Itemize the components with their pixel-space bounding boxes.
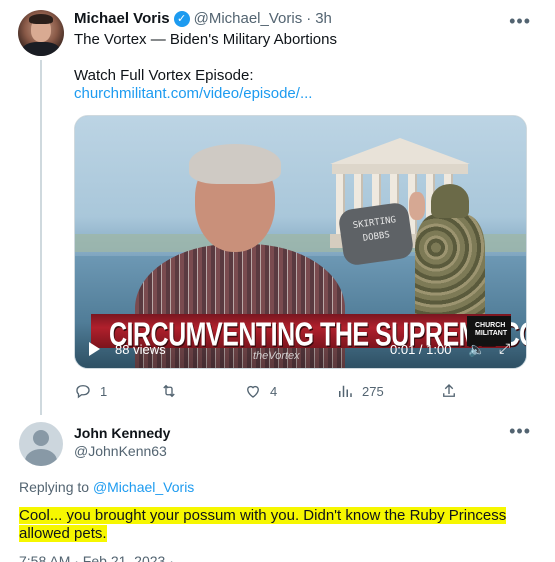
- tweet-text-watch: Watch Full Vortex Episode:: [74, 67, 254, 84]
- default-avatar[interactable]: [19, 422, 63, 466]
- reply-timestamp[interactable]: 7:58 AM · Feb 21, 2023 · ...: [19, 553, 189, 562]
- reply-icon: [76, 385, 90, 399]
- original-tweet[interactable]: Michael Voris ✓ @Michael_Voris · 3h ••• …: [0, 0, 555, 415]
- reply-button[interactable]: 1: [74, 382, 107, 400]
- video-banner-text: CIRCUMVENTING THE SUPREME COURT: [109, 316, 526, 354]
- volume-icon[interactable]: 🔈: [468, 341, 485, 358]
- like-icon: [247, 385, 259, 398]
- more-icon[interactable]: •••: [509, 422, 531, 440]
- reply-tweet[interactable]: John Kennedy @JohnKenn63 ••• Replying to…: [0, 412, 555, 562]
- reply-count: 1: [100, 383, 108, 399]
- author-name[interactable]: Michael Voris: [74, 10, 170, 27]
- video-views: 88 views: [115, 342, 166, 357]
- reply-text-line1: Cool... you brought your possum with you…: [19, 507, 507, 524]
- show-name: theVortex: [253, 350, 300, 362]
- expand-icon[interactable]: ⤢: [499, 340, 510, 357]
- play-icon[interactable]: [89, 342, 100, 356]
- like-count: 4: [270, 383, 278, 399]
- views-count: 275: [362, 383, 384, 399]
- reply-author-handle[interactable]: @JohnKenn63: [74, 443, 167, 459]
- views-icon: [339, 385, 352, 397]
- replying-prefix: Replying to: [19, 479, 90, 495]
- views-button[interactable]: 275: [336, 382, 384, 400]
- dogtag-image: SKIRTING DOBBS: [337, 201, 415, 267]
- share-button[interactable]: [440, 382, 458, 400]
- retweet-icon: [163, 384, 175, 398]
- tweet-text: The Vortex — Biden's Military Abortions: [74, 31, 337, 48]
- episode-link[interactable]: churchmilitant.com/video/episode/...: [74, 85, 312, 102]
- video-time: 0:01 / 1:00: [390, 342, 452, 357]
- verified-icon: ✓: [173, 10, 190, 27]
- tweet-time[interactable]: 3h: [315, 10, 332, 27]
- reply-author-name[interactable]: John Kennedy: [74, 425, 170, 441]
- video-player[interactable]: SKIRTING DOBBS CIRCUMVENTING THE SUPREME…: [74, 115, 527, 369]
- replying-to: Replying to @Michael_Voris: [19, 479, 194, 495]
- tweet-header: Michael Voris ✓ @Michael_Voris · 3h: [74, 10, 332, 27]
- thread-line: [40, 60, 42, 415]
- tweet-actions: 1 4 275: [74, 382, 474, 402]
- retweet-button[interactable]: [160, 382, 186, 400]
- soldier-image: [409, 176, 485, 326]
- share-icon: [443, 384, 455, 397]
- like-button[interactable]: 4: [244, 382, 277, 400]
- reply-text-line2: allowed pets.: [19, 525, 107, 542]
- more-icon[interactable]: •••: [509, 12, 531, 30]
- separator: ·: [306, 10, 312, 27]
- avatar[interactable]: [18, 10, 64, 56]
- reply-text: Cool... you brought your possum with you…: [19, 507, 539, 543]
- author-handle[interactable]: @Michael_Voris: [194, 10, 303, 27]
- replying-handle-link[interactable]: @Michael_Voris: [93, 479, 194, 495]
